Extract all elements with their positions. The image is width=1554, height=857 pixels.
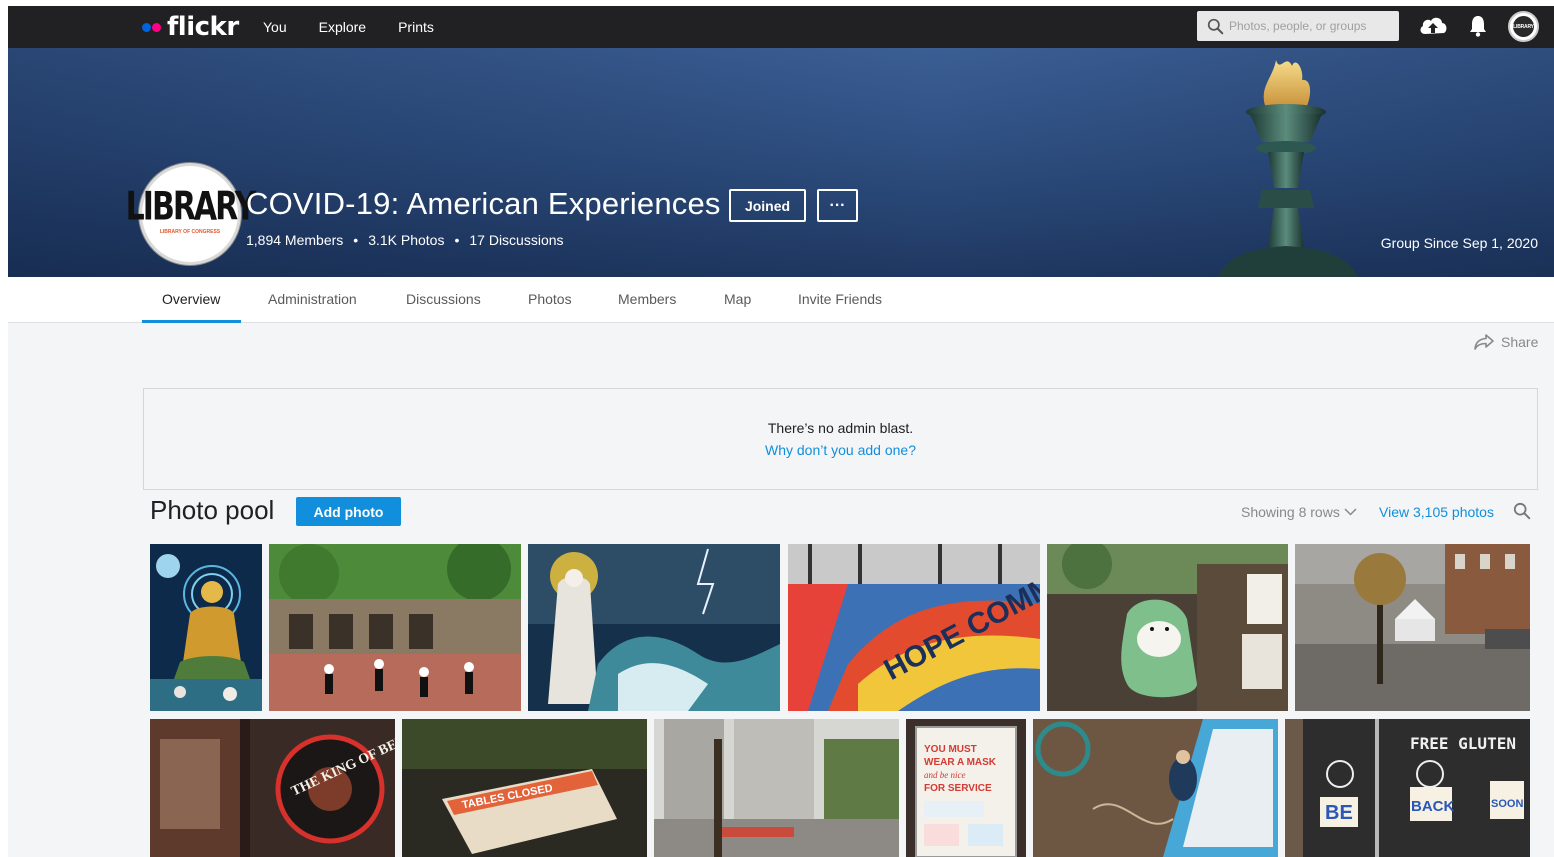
tab-administration[interactable]: Administration [268, 291, 357, 307]
photo-pool-title: Photo pool [150, 495, 275, 525]
group-since-date: Group Since Sep 1, 2020 [1380, 235, 1538, 251]
view-all-photos-link[interactable]: View 3,105 photos [1379, 504, 1494, 520]
notifications-bell-icon[interactable] [1467, 14, 1489, 38]
more-options-button[interactable]: ··· [817, 189, 858, 222]
chalk-sign-be: BE [1325, 802, 1353, 824]
pool-photo-tables-closed[interactable]: TABLES CLOSED [402, 719, 647, 857]
nav-link-explore[interactable]: Explore [319, 19, 366, 35]
main-nav-links: You Explore Prints [263, 6, 466, 48]
chevron-down-icon [1344, 508, 1357, 516]
pool-photo-worker-overhead[interactable] [1033, 719, 1278, 857]
cover-torch-image [1218, 60, 1358, 277]
mask-sign-line-1: YOU MUST [924, 744, 977, 755]
tab-map[interactable]: Map [724, 291, 751, 307]
chalk-sign-soon: SOON [1491, 798, 1523, 810]
group-title: COVID-19: American Experiences [246, 186, 721, 221]
photos-count[interactable]: 3.1K Photos [368, 232, 444, 248]
top-nav-bar: flickr You Explore Prints LIBRARY [8, 6, 1554, 48]
rows-selector-label: Showing 8 rows [1241, 504, 1340, 520]
search-input[interactable] [1229, 11, 1394, 41]
tab-photos[interactable]: Photos [528, 291, 572, 307]
group-cover-banner: LIBRARY LIBRARY OF CONGRESS COVID-19: Am… [8, 48, 1554, 277]
nav-link-you[interactable]: You [263, 19, 287, 35]
group-stats: 1,894 Members • 3.1K Photos • 17 Discuss… [246, 232, 564, 248]
group-overview-content: Share There’s no admin blast. Why don’t … [8, 323, 1554, 857]
pool-photo-chalkboard[interactable]: FREE GLUTEN BE BACK SOON [1285, 719, 1530, 857]
pool-photo-storm-goddess[interactable] [528, 544, 780, 711]
admin-blast-message: There’s no admin blast. [767, 420, 914, 436]
mask-sign-line-4: FOR SERVICE [924, 783, 992, 794]
chalk-sign-back: BACK [1411, 798, 1454, 815]
logo-wordmark: flickr [167, 12, 239, 42]
nav-link-prints[interactable]: Prints [398, 19, 434, 35]
tab-overview[interactable]: Overview [162, 291, 220, 307]
add-photo-button[interactable]: Add photo [296, 497, 401, 526]
pool-photo-dancers[interactable] [269, 544, 521, 711]
pool-photo-buddha[interactable] [150, 544, 262, 711]
share-arrow-icon [1474, 334, 1494, 350]
group-tabs: Overview Administration Discussions Phot… [8, 277, 1554, 323]
pool-search-icon[interactable] [1513, 502, 1531, 520]
mask-sign-line-2: WEAR A MASK [924, 757, 997, 768]
logo-pink-dot [152, 22, 161, 32]
pool-photo-mask-sign[interactable]: YOU MUST WEAR A MASK and be nice FOR SER… [906, 719, 1026, 857]
stats-separator: • [353, 232, 359, 248]
stats-separator: • [454, 232, 460, 248]
pool-photo-street-tent[interactable] [1295, 544, 1530, 711]
share-button[interactable]: Share [1473, 333, 1538, 351]
logo-blue-dot [142, 22, 151, 32]
pool-photo-hope-mural[interactable]: HOPE COMMUNITY [788, 544, 1040, 711]
share-label: Share [1501, 334, 1539, 350]
user-avatar-text: LIBRARY [1513, 16, 1534, 37]
search-box [1197, 11, 1399, 41]
joined-button[interactable]: Joined [729, 189, 806, 222]
pool-photo-dinosaur-cutout[interactable] [1047, 544, 1288, 711]
tab-discussions[interactable]: Discussions [406, 291, 481, 307]
flickr-logo[interactable]: flickr [142, 12, 239, 42]
discussions-count[interactable]: 17 Discussions [469, 232, 563, 248]
tab-members[interactable]: Members [618, 291, 676, 307]
search-icon [1207, 18, 1224, 35]
mask-sign-line-3: and be nice [924, 770, 965, 780]
tab-invite-friends[interactable]: Invite Friends [798, 291, 882, 307]
group-avatar[interactable]: LIBRARY LIBRARY OF CONGRESS [126, 163, 256, 265]
upload-cloud-icon[interactable] [1418, 14, 1448, 38]
members-count[interactable]: 1,894 Members [246, 232, 343, 248]
pool-photo-king-of-beers[interactable]: THE KING OF BEERS SERVED HERE [150, 719, 395, 857]
add-admin-blast-link[interactable]: Why don’t you add one? [144, 442, 1537, 458]
rows-selector[interactable]: Showing 8 rows [1241, 504, 1357, 520]
group-avatar-text: LIBRARY [125, 184, 257, 231]
pool-photo-plaza[interactable] [654, 719, 899, 857]
user-avatar[interactable]: LIBRARY [1508, 11, 1539, 42]
admin-blast-panel: There’s no admin blast. Why don’t you ad… [143, 388, 1538, 490]
chalk-top-text: FREE GLUTEN [1410, 734, 1516, 753]
